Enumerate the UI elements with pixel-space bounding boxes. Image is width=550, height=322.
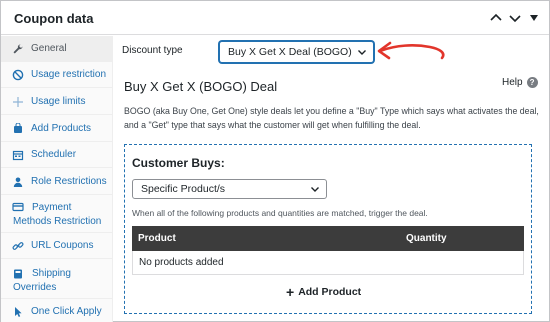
sidebar-item-shipping-overrides[interactable]: Shipping Overrides: [1, 259, 113, 299]
sidebar-item-label: Payment Methods Restriction: [13, 202, 102, 227]
coupon-tabs-sidebar: General Usage restriction Usage limits A…: [1, 36, 113, 322]
buy-type-select[interactable]: Specific Product/s: [132, 179, 327, 199]
coupon-content-area: Discount type Buy X Get X Deal (BOGO) Bu…: [114, 36, 550, 322]
coupon-data-panel: Coupon data General Usage restriction Us…: [0, 0, 550, 322]
chevron-down-icon: [358, 50, 366, 55]
buy-type-value: Specific Product/s: [141, 183, 226, 195]
panel-header: Coupon data: [1, 1, 549, 35]
table-header: Product Quantity: [132, 226, 524, 251]
empty-table-text: No products added: [139, 257, 224, 268]
calendar-icon: [12, 150, 24, 161]
bogo-title: Buy X Get X (BOGO) Deal: [124, 79, 278, 94]
truck-icon: [14, 269, 22, 279]
annotation-arrow-icon: [377, 41, 445, 60]
question-icon: ?: [526, 77, 538, 88]
column-header-quantity: Quantity: [406, 233, 447, 244]
toggle-panel-icon[interactable]: [525, 9, 543, 27]
add-product-label: Add Product: [298, 286, 362, 298]
sidebar-item-label: General: [31, 43, 67, 54]
sidebar-item-scheduler[interactable]: Scheduler: [1, 142, 113, 168]
help-link[interactable]: Help ?: [502, 77, 538, 88]
plus-cross-icon: [13, 97, 23, 107]
sidebar-item-label: Add Products: [31, 123, 92, 134]
products-table: Product Quantity No products added: [132, 226, 524, 275]
sidebar-item-label: Shipping Overrides: [13, 268, 71, 293]
sidebar-item-label: Usage restriction: [31, 69, 107, 80]
link-icon: [12, 242, 24, 250]
sidebar-item-label: Role Restrictions: [31, 176, 107, 187]
panel-title: Coupon data: [14, 11, 94, 26]
sidebar-item-label: One Click Apply: [31, 306, 102, 317]
add-product-button[interactable]: + Add Product: [286, 284, 362, 300]
help-label: Help: [502, 77, 523, 88]
discount-type-value: Buy X Get X Deal (BOGO): [228, 46, 352, 58]
cart-icon: [14, 123, 22, 133]
wrench-icon: [13, 44, 23, 54]
sidebar-item-label: Usage limits: [31, 96, 86, 107]
chevron-down-icon[interactable]: [506, 9, 524, 27]
customer-buys-title: Customer Buys:: [132, 156, 225, 170]
pointer-icon: [15, 307, 22, 317]
sidebar-item-payment-methods-restriction[interactable]: Payment Methods Restriction: [1, 195, 113, 233]
discount-type-label: Discount type: [122, 45, 183, 56]
plus-icon: +: [286, 284, 295, 300]
sidebar-item-general[interactable]: General: [1, 36, 113, 62]
block-icon: [12, 69, 24, 81]
sidebar-item-label: URL Coupons: [31, 240, 94, 251]
card-icon: [12, 202, 24, 212]
chevron-up-icon[interactable]: [487, 9, 505, 27]
sidebar-item-label: Scheduler: [31, 149, 77, 160]
sidebar-item-add-products[interactable]: Add Products: [1, 115, 113, 142]
sidebar-item-role-restrictions[interactable]: Role Restrictions: [1, 168, 113, 195]
table-row: No products added: [132, 251, 524, 275]
sidebar-item-usage-restriction[interactable]: Usage restriction: [1, 62, 113, 88]
user-icon: [13, 177, 23, 187]
chevron-down-icon: [311, 187, 319, 192]
match-note: When all of the following products and q…: [132, 208, 428, 218]
sidebar-item-usage-limits[interactable]: Usage limits: [1, 88, 113, 115]
bogo-description: BOGO (aka Buy One, Get One) style deals …: [124, 106, 539, 130]
column-header-product: Product: [138, 233, 176, 244]
sidebar-item-one-click-apply[interactable]: One Click Apply: [1, 299, 113, 322]
sidebar-item-url-coupons[interactable]: URL Coupons: [1, 233, 113, 259]
discount-type-select[interactable]: Buy X Get X Deal (BOGO): [219, 41, 374, 63]
customer-buys-box: Customer Buys: Specific Product/s When a…: [124, 144, 532, 314]
